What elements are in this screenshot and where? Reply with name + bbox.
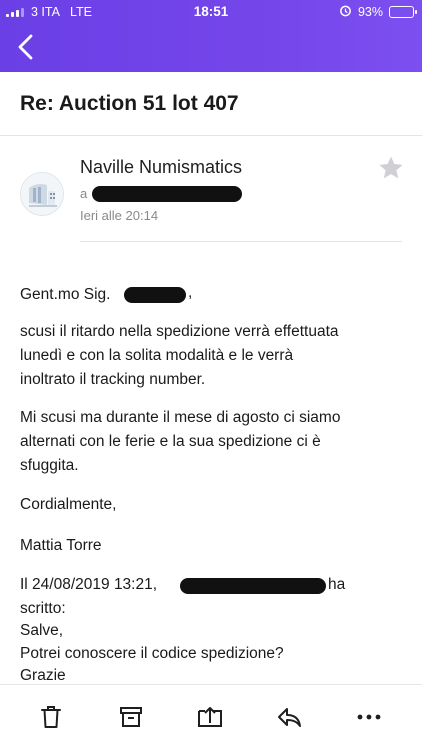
sender-avatar[interactable] [20,172,64,216]
redacted-recipient [92,186,242,202]
paragraph-1-line-2: lunedì e con la solita modalità e le ver… [20,347,294,364]
battery-icon [389,6,417,18]
email-subject: Re: Auction 51 lot 407 [20,92,239,115]
header-bar: 3 ITA LTE 18:51 93% [0,0,422,72]
archive-button[interactable] [117,703,145,731]
quote-line-1: scritto: [20,600,66,617]
move-button[interactable] [196,703,224,731]
paragraph-1-line-1: scusi il ritardo nella spedizione verrà … [20,323,339,340]
quote-line-2: Salve, [20,622,64,639]
archive-icon [120,707,142,727]
signature: Mattia Torre [20,537,102,554]
quote-header: Il 24/08/2019 13:21, [20,576,158,593]
paragraph-2-line-3: sfuggita. [20,457,79,474]
back-button[interactable] [12,32,40,62]
star-button[interactable] [377,154,405,182]
bottom-toolbar [0,684,422,750]
status-bar: 3 ITA LTE 18:51 93% [0,0,422,24]
more-icon [357,714,381,720]
alarm-icon [339,4,352,20]
greeting-text: Gent.mo Sig. [20,286,111,303]
trash-icon [41,706,61,728]
delete-button[interactable] [37,703,65,731]
redacted-quote-sender [180,578,326,594]
chevron-left-icon [18,34,33,60]
battery-percent: 93% [357,5,383,19]
quote-line-3: Potrei conoscere il codice spedizione? [20,645,284,662]
header-divider [80,241,402,242]
recipient-prefix: a [80,186,88,201]
paragraph-2-line-2: alternati con le ferie e la sua spedizio… [20,433,321,450]
reply-button[interactable] [275,703,303,731]
reply-icon [278,708,301,727]
quote-header-suffix: ha [328,576,346,593]
subject-divider [0,135,422,136]
more-button[interactable] [355,703,383,731]
greeting: Gent.mo Sig. [20,284,110,306]
greeting-comma: , [188,284,193,301]
email-timestamp: Ieri alle 20:14 [80,208,159,223]
sender-name[interactable]: Naville Numismatics [80,157,242,178]
paragraph-1-line-3: inoltrato il tracking number. [20,371,206,388]
status-right: 93% [339,4,417,20]
building-icon [21,173,63,215]
move-to-folder-icon [198,707,222,727]
redacted-name [124,287,186,303]
paragraph-2-line-1: Mi scusi ma durante il mese di agosto ci… [20,409,341,426]
star-icon [379,156,403,179]
closing: Cordialmente, [20,496,117,513]
